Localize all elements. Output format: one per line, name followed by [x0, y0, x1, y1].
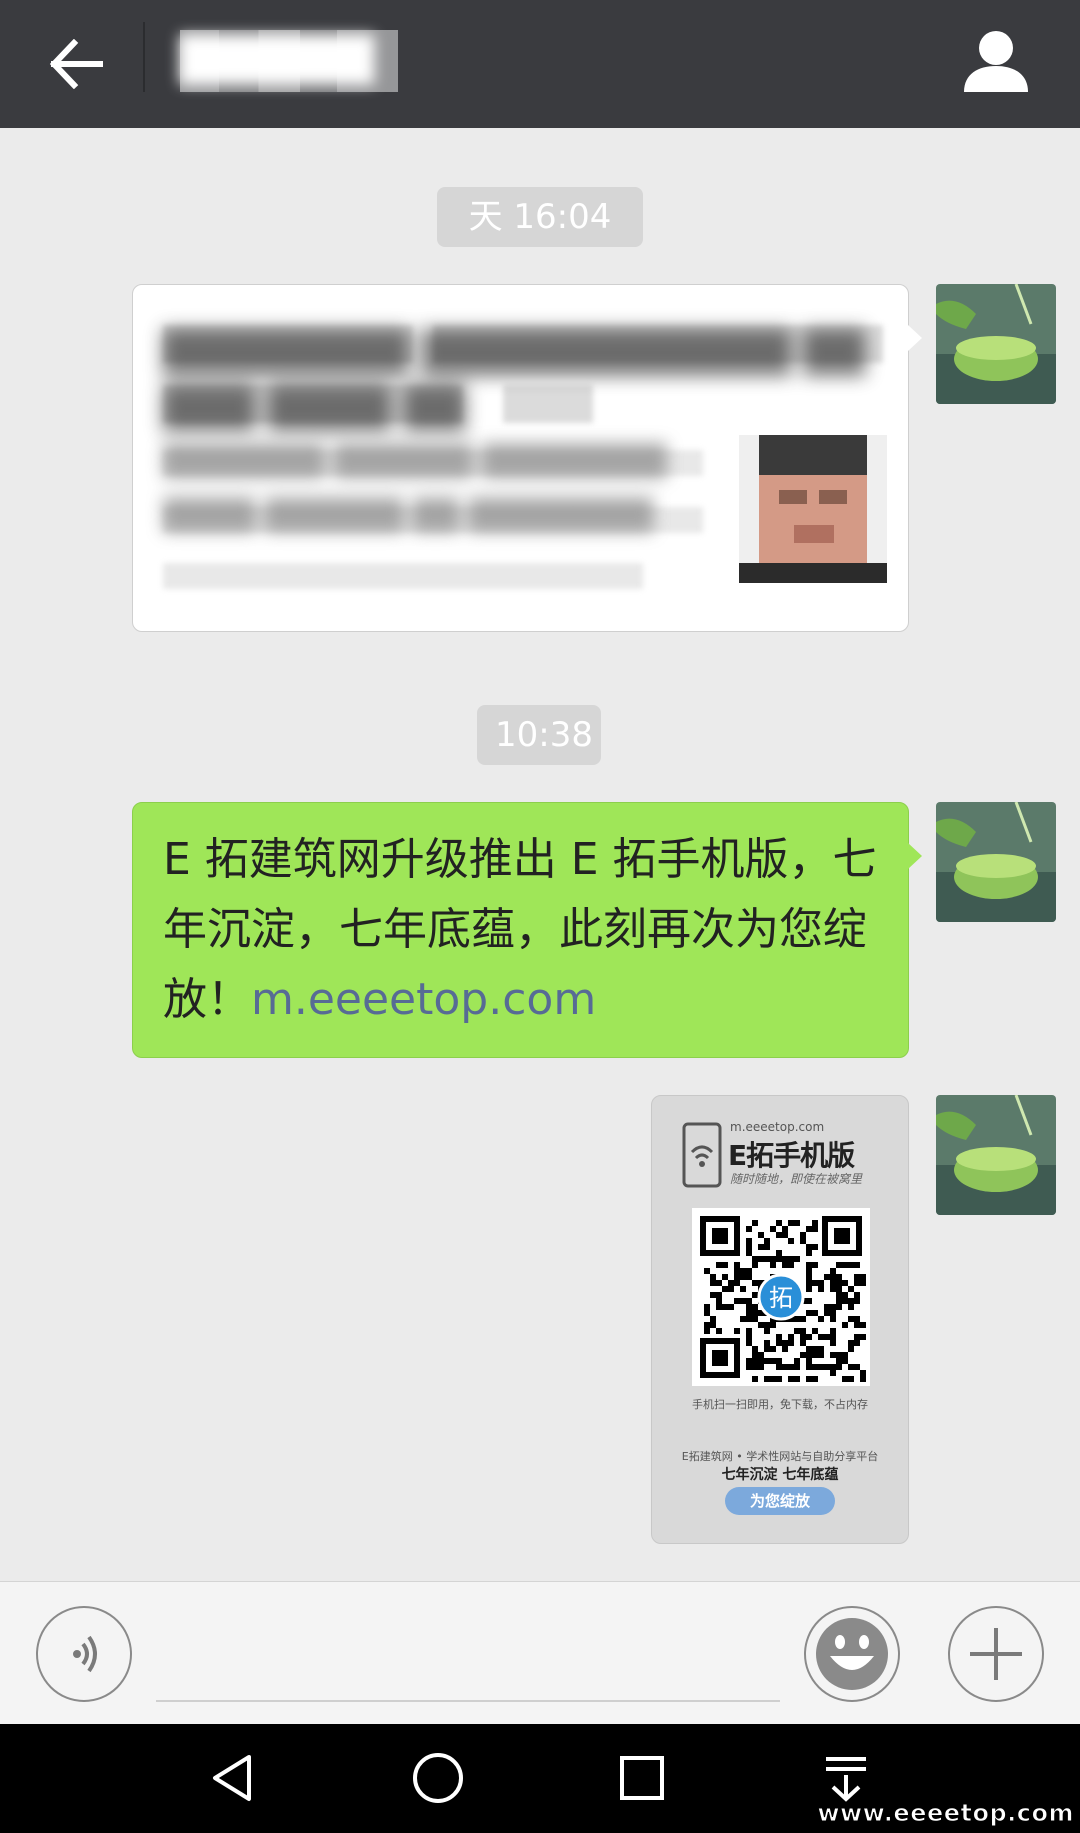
watermark-text: www.eeeetop.com	[817, 1799, 1074, 1828]
link-card-message[interactable]: ████████ ████████████ ██ ███ ████ ██ ███…	[132, 284, 922, 632]
nav-home-button[interactable]	[408, 1748, 468, 1808]
timestamp: 10:38	[477, 705, 601, 765]
image-brand-text: E拓手机版	[728, 1139, 855, 1172]
message-text: E 拓建筑网升级推出 E 拓手机版，七年沉淀，七年底蕴，此刻再次为您绽放！m.e…	[163, 834, 877, 1025]
tea-bowl-avatar-icon	[936, 284, 1056, 404]
image-caption-bold: 七年沉淀 七年底蕴	[721, 1467, 839, 1483]
home-circle-icon	[413, 1753, 463, 1803]
redacted-block	[163, 563, 643, 589]
tea-bowl-avatar-icon	[936, 802, 1056, 922]
emoji-icon	[816, 1618, 888, 1690]
recents-square-icon	[620, 1756, 664, 1800]
image-url-text: m.eeeetop.com	[730, 1120, 825, 1134]
sender-avatar[interactable]	[936, 1095, 1056, 1215]
top-bar: ██████	[0, 0, 1080, 128]
chat-title: ██████	[180, 35, 374, 84]
image-pill-label: 为您绽放	[725, 1487, 835, 1515]
message-link[interactable]: m.eeeetop.com	[251, 974, 596, 1025]
link-card-title: ████████ ████████████ ██ ███ ████ ██	[163, 330, 866, 432]
tea-bowl-avatar-icon	[936, 1095, 1056, 1215]
emoji-button[interactable]	[804, 1606, 900, 1702]
sender-avatar[interactable]	[936, 284, 1056, 404]
arrow-left-icon	[49, 39, 103, 89]
input-bar	[0, 1581, 1080, 1724]
notifications-down-icon	[826, 1757, 866, 1802]
text-message[interactable]: E 拓建筑网升级推出 E 拓手机版，七年沉淀，七年底蕴，此刻再次为您绽放！m.e…	[132, 802, 922, 1058]
nav-back-button[interactable]	[204, 1748, 264, 1808]
timestamp: 天 16:04	[437, 187, 643, 247]
back-triangle-icon	[213, 1755, 251, 1801]
image-caption: 手机扫一扫即用，免下载，不占内存	[692, 1398, 868, 1411]
plus-icon	[970, 1628, 1022, 1680]
more-button[interactable]	[948, 1606, 1044, 1702]
qr-center-label: 拓	[769, 1284, 793, 1312]
image-message[interactable]: m.eeeetop.com E拓手机版 随时随地，即使在被窝里 拓 手机扫一扫即…	[651, 1095, 909, 1544]
input-underline	[156, 1700, 780, 1702]
link-card-thumbnail	[739, 435, 887, 583]
nav-recents-button[interactable]	[612, 1748, 672, 1808]
sender-avatar[interactable]	[936, 802, 1056, 922]
link-card-description: ███████ ██████ ████████ ████ ██████ ██ █…	[163, 444, 667, 533]
person-icon	[964, 31, 1028, 92]
image-slogan-text: 随时随地，即使在被窝里	[730, 1172, 863, 1186]
message-input[interactable]	[156, 1622, 780, 1692]
voice-icon	[73, 1635, 97, 1673]
voice-button[interactable]	[36, 1606, 132, 1702]
phone-wifi-icon	[682, 1122, 722, 1188]
contact-info-button[interactable]	[960, 26, 1032, 98]
title-divider	[143, 22, 145, 92]
system-nav-bar: www.eeeetop.com	[0, 1724, 1080, 1833]
qr-code: 拓	[692, 1208, 870, 1386]
back-button[interactable]	[36, 24, 116, 104]
image-caption: E拓建筑网 • 学术性网站与自助分享平台	[681, 1450, 879, 1463]
